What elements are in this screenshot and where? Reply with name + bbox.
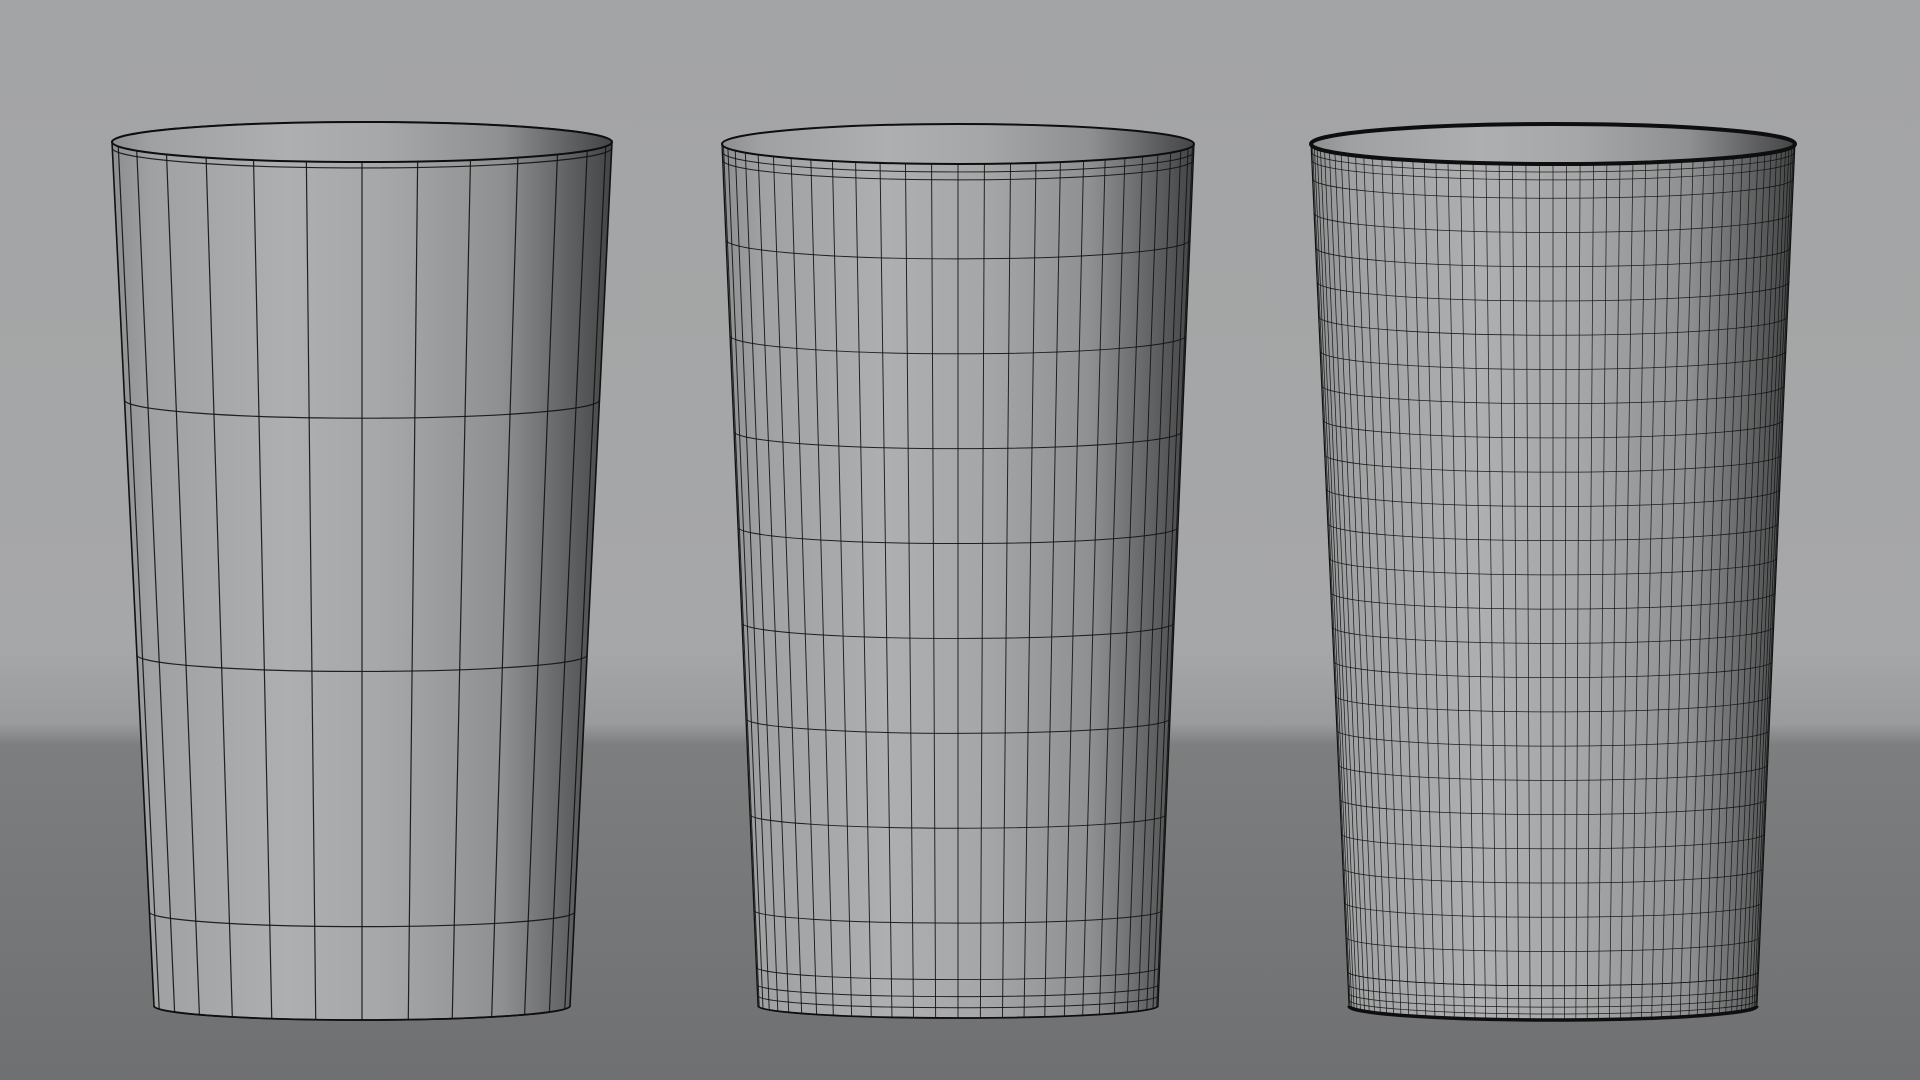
low-poly-cup [111, 121, 613, 1021]
high-poly-cup [1309, 122, 1797, 1022]
medium-poly-cup [721, 123, 1195, 1019]
render-viewport [0, 0, 1920, 1080]
cups-group [111, 121, 1797, 1022]
